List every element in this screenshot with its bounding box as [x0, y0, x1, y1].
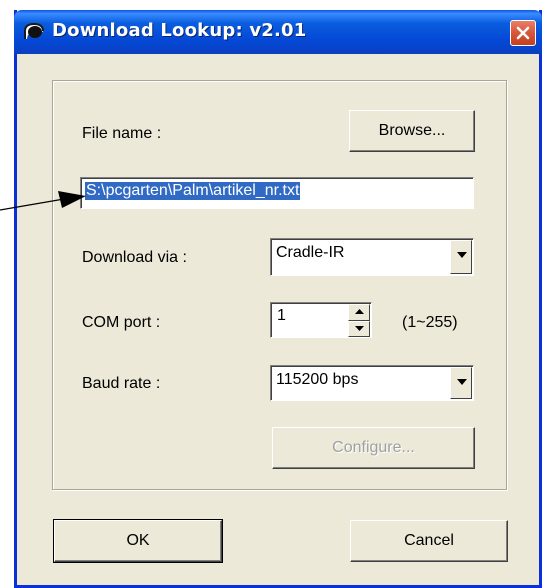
annotation-arrow	[0, 191, 86, 211]
screenshot-stage: Download Lookup: v2.01 File name : Brows…	[0, 0, 542, 588]
